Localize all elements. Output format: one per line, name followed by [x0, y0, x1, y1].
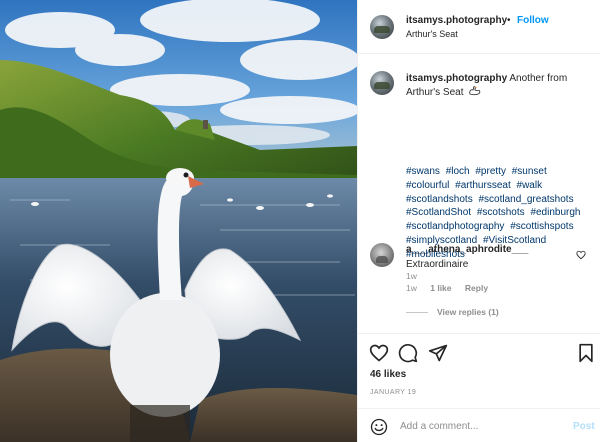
- location-link[interactable]: Arthur's Seat: [406, 29, 458, 39]
- swan-photo: [0, 0, 357, 442]
- hashtag-link[interactable]: #edinburgh: [530, 207, 580, 218]
- hashtag-link[interactable]: #swans: [406, 166, 440, 177]
- reply-button[interactable]: Reply: [465, 283, 488, 293]
- likes-count[interactable]: 46 likes: [370, 369, 406, 380]
- hashtag-link[interactable]: #walk: [517, 180, 543, 191]
- post-photo[interactable]: [0, 0, 357, 442]
- hashtag-link[interactable]: #pretty: [475, 166, 506, 177]
- bookmark-icon[interactable]: [576, 343, 596, 363]
- hashtag-link[interactable]: #sunset: [512, 166, 547, 177]
- comment-likes[interactable]: 1 like: [430, 283, 451, 293]
- add-comment-bar: Post: [358, 408, 600, 442]
- paper-plane-icon[interactable]: [428, 343, 448, 363]
- view-replies-line: [406, 312, 428, 313]
- post-header: itsamys.photography • Follow Arthur's Se…: [358, 0, 600, 54]
- hashtag-link[interactable]: #arthursseat: [455, 180, 511, 191]
- comment-username[interactable]: a___athena_aphrodite___: [406, 244, 528, 255]
- swan-emoji-icon: [469, 85, 481, 95]
- caption-avatar[interactable]: [370, 71, 394, 95]
- comment-heart-icon[interactable]: [576, 250, 586, 260]
- caption-timestamp[interactable]: 1w: [406, 271, 417, 281]
- hashtag-link[interactable]: #colourful: [406, 180, 449, 191]
- action-bar: [358, 333, 600, 363]
- caption-text: itsamys.photography Another from Arthur'…: [406, 72, 594, 99]
- smiley-icon[interactable]: [370, 418, 388, 436]
- separator-dot: •: [507, 15, 511, 26]
- comment-text: Extraordinaire: [406, 259, 469, 270]
- follow-button[interactable]: Follow: [517, 15, 549, 26]
- hashtag-link[interactable]: #loch: [446, 166, 470, 177]
- hashtag-link[interactable]: #ScotlandShot: [406, 207, 471, 218]
- view-replies-button[interactable]: View replies (1): [437, 307, 499, 317]
- post-sidebar: itsamys.photography • Follow Arthur's Se…: [357, 0, 600, 442]
- post-comment-button[interactable]: Post: [573, 421, 595, 432]
- hashtag-link[interactable]: #scotlandphotography: [406, 221, 504, 232]
- commenter-avatar[interactable]: [370, 243, 394, 267]
- header-username[interactable]: itsamys.photography: [406, 15, 507, 26]
- avatar[interactable]: [370, 15, 394, 39]
- heart-icon[interactable]: [369, 343, 389, 363]
- comment-icon[interactable]: [398, 343, 418, 363]
- post-date: JANUARY 19: [370, 389, 417, 396]
- caption-username[interactable]: itsamys.photography: [406, 73, 507, 84]
- comment-timestamp[interactable]: 1w: [406, 283, 417, 293]
- hashtag-link[interactable]: #scottishspots: [510, 221, 573, 232]
- hashtag-link[interactable]: #scotlandshots: [406, 194, 473, 205]
- hashtag-link[interactable]: #scotland_greatshots: [479, 194, 574, 205]
- comment-meta: 1w 1 like Reply: [406, 283, 499, 293]
- hashtag-link[interactable]: #scotshots: [477, 207, 525, 218]
- comment-input[interactable]: [400, 418, 560, 434]
